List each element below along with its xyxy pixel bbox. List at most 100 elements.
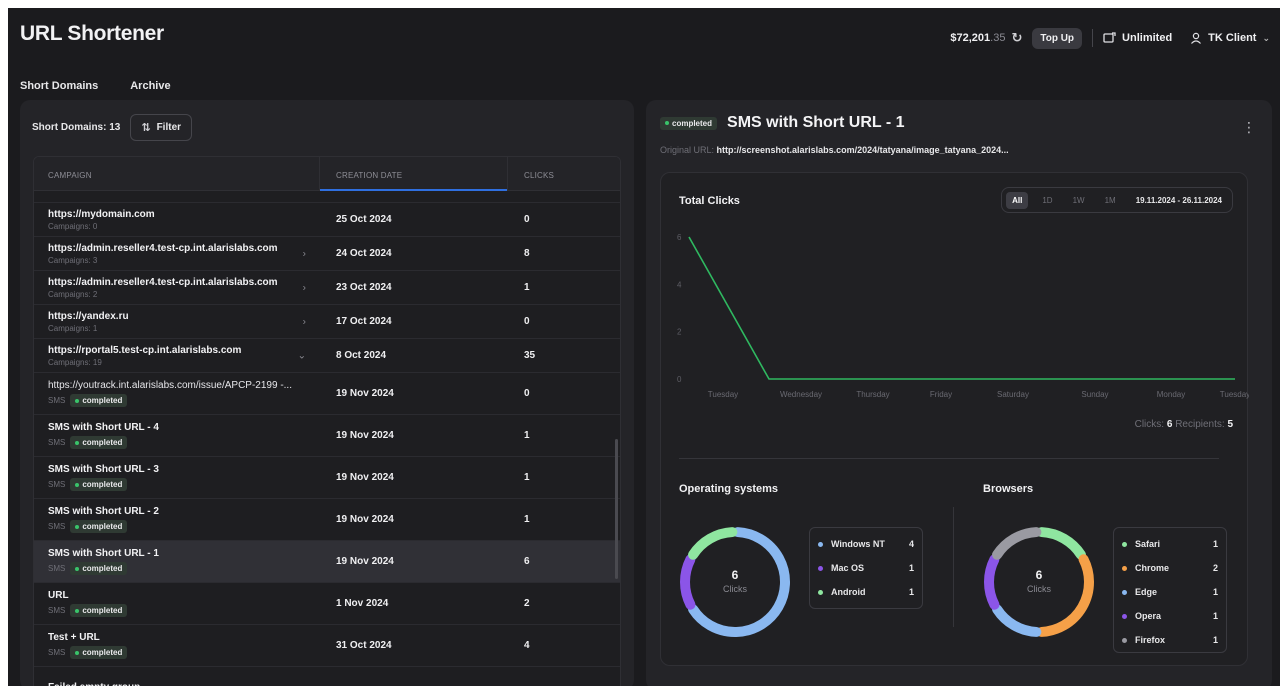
legend-label: Chrome	[1135, 563, 1170, 573]
table-row[interactable]: Failed empty group	[34, 667, 620, 686]
scrollbar[interactable]	[615, 439, 618, 579]
table-row[interactable]: https://mydomain.com Campaigns: 0 25 Oct 2…	[34, 203, 620, 237]
status-dot	[75, 440, 80, 445]
table-row[interactable]: URL SMS completed 1 Nov 2024 2	[34, 583, 620, 625]
creation-date: 19 Nov 2024	[336, 430, 394, 441]
period-1w[interactable]: 1W	[1067, 192, 1091, 209]
recipients-value: 5	[1227, 419, 1233, 430]
table-row[interactable]: Test + URL SMS completed 31 Oct 2024 4	[34, 625, 620, 667]
creation-date: 19 Nov 2024	[336, 514, 394, 525]
clicks-series-line	[688, 236, 1235, 380]
legend-label: Windows NT	[831, 539, 885, 549]
campaign-meta: SMS completed	[48, 646, 320, 659]
clicks-value: 6	[1166, 419, 1173, 430]
status-label: completed	[82, 522, 123, 531]
user-label: TK Client	[1208, 32, 1257, 44]
refresh-icon[interactable]: ↻	[1011, 30, 1022, 46]
column-campaign[interactable]: CAMPAIGN	[34, 157, 320, 190]
period-1m[interactable]: 1M	[1099, 192, 1122, 209]
legend-item[interactable]: Windows NT 4	[810, 532, 922, 556]
top-header: URL Shortener $72,201.35 ↻ Top Up Unlimi…	[8, 8, 1280, 66]
section-divider	[679, 458, 1219, 459]
campaigns-count: Campaigns: 19	[48, 357, 102, 367]
filter-button[interactable]: ⇅ Filter	[130, 114, 193, 141]
campaigns-count: Campaigns: 0	[48, 221, 98, 231]
legend-label: Firefox	[1135, 635, 1166, 645]
status-badge: completed	[70, 520, 128, 533]
campaign-cell: SMS with Short URL - 3 SMS completed	[34, 464, 320, 491]
creation-date: 31 Oct 2024	[336, 640, 392, 651]
legend-item[interactable]: Safari 1	[1114, 532, 1226, 556]
campaign-name: SMS with Short URL - 1	[48, 548, 159, 559]
table-row[interactable]: https://youtrack.int.alarislabs.com/issu…	[34, 373, 620, 415]
chevron-right-icon[interactable]: ›	[303, 248, 306, 259]
status-dot	[75, 398, 80, 403]
campaign-name: Failed empty group	[48, 682, 298, 686]
creation-date: 8 Oct 2024	[336, 350, 387, 361]
creation-date: 19 Nov 2024	[336, 388, 394, 399]
legend-color-dot	[1122, 613, 1127, 619]
tab-archive[interactable]: Archive	[116, 80, 185, 102]
table-row[interactable]: https://rportal5.test-cp.int.alarislabs.…	[34, 339, 620, 373]
app-title: URL Shortener	[20, 22, 164, 45]
chevron-down-icon[interactable]: ⌄	[298, 350, 306, 361]
campaign-cell: https://rportal5.test-cp.int.alarislabs.…	[34, 345, 320, 367]
chevron-right-icon[interactable]: ›	[303, 316, 306, 327]
original-url-value[interactable]: http://screenshot.alarislabs.com/2024/ta…	[717, 145, 1009, 155]
legend-item[interactable]: Firefox 1	[1114, 628, 1226, 652]
x-tick-label: Tuesday	[1220, 390, 1249, 399]
x-tick-label: Thursday	[856, 390, 889, 399]
table-header: CAMPAIGN CREATION DATE CLICKS	[34, 157, 620, 191]
column-divider	[953, 507, 954, 627]
legend-color-dot	[1122, 637, 1127, 643]
table-row[interactable]: https://admin.reseller4.test-cp.int.alar…	[34, 271, 620, 305]
period-all[interactable]: All	[1006, 191, 1029, 209]
chevron-right-icon[interactable]: ›	[303, 282, 306, 293]
x-tick-label: Sunday	[1081, 390, 1108, 399]
clicks-count: 2	[524, 598, 530, 609]
plan-menu[interactable]: Unlimited	[1103, 32, 1172, 44]
campaign-name: SMS with Short URL - 4	[48, 422, 159, 433]
table-row[interactable]: SMS with Short URL - 3 SMS completed 19 Nov…	[34, 457, 620, 499]
total-clicks-title: Total Clicks	[679, 195, 740, 207]
legend-item[interactable]: Android 1	[810, 580, 922, 604]
status-label: completed	[82, 648, 123, 657]
legend-item[interactable]: Mac OS 1	[810, 556, 922, 580]
legend-color-dot	[818, 589, 823, 595]
balance: $72,201.35	[950, 32, 1005, 44]
os-donut-center: 6 Clicks	[680, 568, 790, 594]
campaign-cell: SMS with Short URL - 2 SMS completed	[34, 506, 320, 533]
recipients-label: Recipients:	[1175, 419, 1225, 430]
clicks-count: 0	[524, 316, 530, 327]
creation-date: 25 Oct 2024	[336, 214, 392, 225]
more-options-icon[interactable]: ⋮	[1242, 120, 1256, 134]
legend-item[interactable]: Opera 1	[1114, 604, 1226, 628]
period-selector: All 1D 1W 1M 19.11.2024 - 26.11.2024	[1001, 187, 1233, 213]
date-range-picker[interactable]: 19.11.2024 - 26.11.2024	[1136, 196, 1222, 205]
legend-value: 1	[1212, 635, 1218, 645]
status-badge: completed	[70, 562, 128, 575]
campaign-name: https://admin.reseller4.test-cp.int.alar…	[48, 276, 278, 288]
table-row[interactable]: SMS with Short URL - 4 SMS completed 19 Nov…	[34, 415, 620, 457]
user-menu[interactable]: TK Client ⌄	[1190, 32, 1270, 44]
creation-date: 24 Oct 2024	[336, 248, 392, 259]
legend-item[interactable]: Edge 1	[1114, 580, 1226, 604]
table-row[interactable]: https://admin.reseller4.test-cp.int.alar…	[34, 237, 620, 271]
legend-label: Mac OS	[831, 563, 865, 573]
clicks-count: 0	[524, 388, 530, 399]
top-up-button[interactable]: Top Up	[1032, 27, 1083, 49]
status-badge: completed	[70, 478, 128, 491]
legend-item[interactable]: Chrome 2	[1114, 556, 1226, 580]
column-clicks[interactable]: CLICKS	[508, 157, 620, 190]
column-creation-date[interactable]: CREATION DATE	[320, 157, 508, 191]
clicks-count: 0	[524, 214, 530, 225]
channel-type: SMS	[48, 396, 66, 405]
table-row[interactable]: SMS with Short URL - 1 SMS completed 19 Nov…	[34, 541, 620, 583]
table-row[interactable]: https://yandex.ru Campaigns: 1 › 17 Oct 202…	[34, 305, 620, 339]
table-row[interactable]	[34, 191, 620, 203]
period-1d[interactable]: 1D	[1036, 192, 1058, 209]
tab-short-domains[interactable]: Short Domains	[20, 80, 110, 102]
table-row[interactable]: SMS with Short URL - 2 SMS completed 19 Nov…	[34, 499, 620, 541]
short-domains-panel: Short Domains: 13 ⇅ Filter CAMPAIGN CREA…	[20, 100, 634, 686]
clicks-count: 1	[524, 472, 530, 483]
